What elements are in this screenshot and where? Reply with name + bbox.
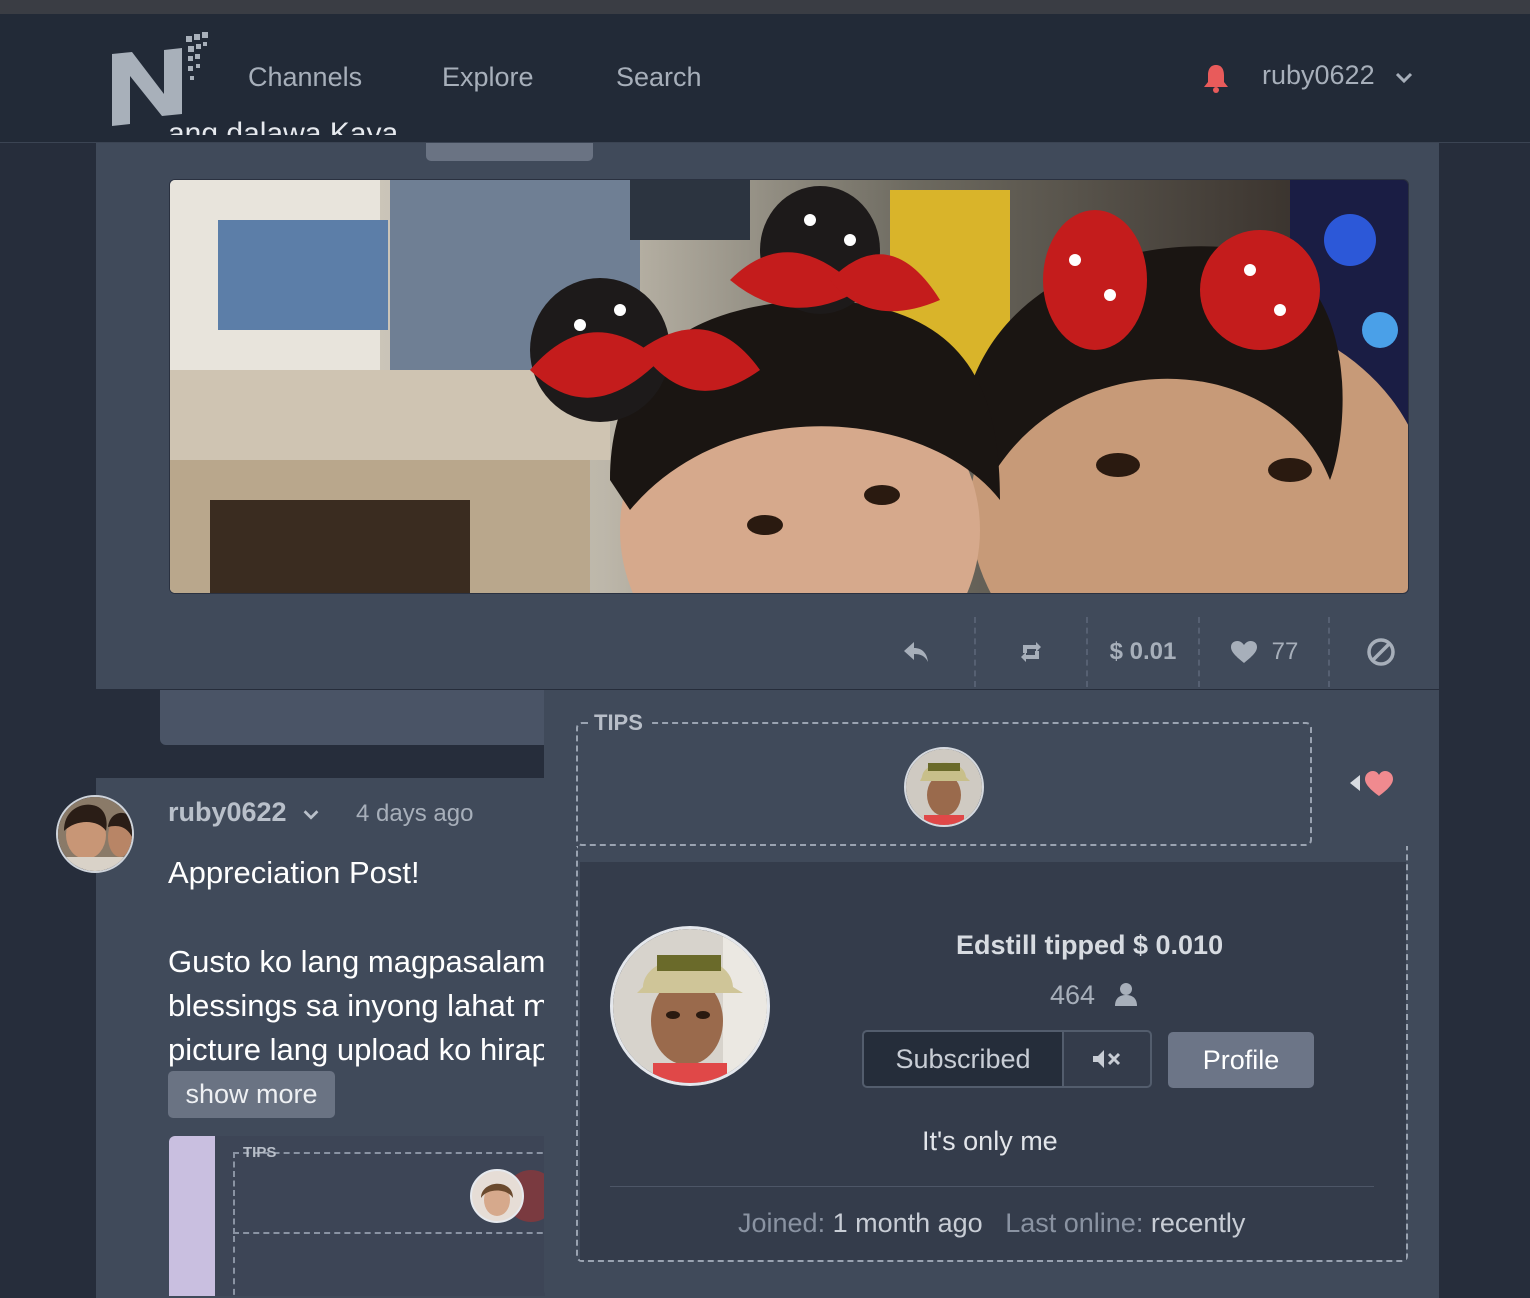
show-more-button[interactable] [426,143,593,161]
thumb-tips-label: TIPS [243,1144,277,1161]
nav-explore[interactable]: Explore [442,62,534,93]
mute-button[interactable] [1064,1030,1152,1088]
subscriber-count-value: 464 [1050,980,1096,1010]
site-logo[interactable] [108,30,212,130]
avatar[interactable] [56,795,134,873]
post-body-line: Gusto ko lang magpasalama [168,944,548,979]
like-count: 77 [1271,638,1299,665]
repost-icon [1021,642,1041,662]
thumb-avatars [470,1169,545,1223]
browser-top-strip [0,0,1530,14]
repost-button[interactable] [976,615,1086,689]
post-title: Appreciation Post! [168,855,420,890]
tipper-meta: Joined: 1 month ago Last online: recentl… [738,1208,1245,1239]
user-menu-name: ruby0622 [1262,60,1375,90]
reply-button[interactable] [866,615,966,689]
heart-icon [1230,641,1257,663]
chevron-down-icon [303,810,319,820]
tipper-profile-avatar[interactable] [610,926,770,1086]
tipper-bio: It's only me [922,1126,1058,1156]
action-divider [1328,617,1330,687]
post-actions: $ 0.01 77 [866,615,1426,689]
post-screenshot-image[interactable]: TIPS [169,1136,545,1296]
last-online-value: recently [1150,1208,1246,1238]
tips-amount-button[interactable]: $ 0.01 [1088,615,1198,689]
chevron-down-icon [1396,72,1413,83]
last-online-label: Last online: [1005,1208,1144,1238]
post-body: Gusto ko lang magpasalama blessings sa i… [168,940,548,1072]
profile-button[interactable]: Profile [1168,1032,1314,1088]
show-more-button[interactable]: show more [168,1071,335,1118]
tips-label: TIPS [588,710,649,736]
block-button[interactable] [1336,615,1426,689]
tipper-avatar[interactable] [904,747,984,827]
nav-channels[interactable]: Channels [248,62,362,93]
tips-popover: TIPS Edstill tipped $ 0.010 464 Subscrib… [544,690,1439,1295]
post-text-truncated: ang dalawa Kaya... [168,117,424,135]
post-body-line: picture lang upload ko hirap [168,1032,548,1067]
user-menu[interactable]: ruby0622 [1262,60,1416,91]
post-timestamp[interactable]: 4 days ago [356,800,473,828]
like-button[interactable]: 77 [1202,615,1326,689]
ban-icon [1367,638,1395,666]
reply-icon [904,642,928,662]
subscriber-count: 464 [1050,980,1139,1011]
post-author[interactable]: ruby0622 [168,797,322,828]
joined-label: Joined: [738,1208,826,1238]
joined-value: 1 month ago [832,1208,983,1238]
bell-icon[interactable] [1202,62,1230,94]
post-body-line: blessings sa inyong lahat ma [168,988,548,1023]
tip-heart-icon[interactable] [1350,768,1396,798]
subscribed-button[interactable]: Subscribed [862,1030,1064,1088]
post-photo[interactable] [169,179,1409,594]
divider [610,1186,1374,1187]
action-divider [1198,617,1200,687]
post-card: ang dalawa Kaya... $ 0.01 77 [96,117,1439,689]
user-icon [1114,983,1137,1006]
mute-icon [1093,1050,1121,1068]
post-author-name: ruby0622 [168,797,287,827]
tipped-amount-text: Edstill tipped $ 0.010 [956,930,1224,960]
nav-search[interactable]: Search [616,62,702,93]
